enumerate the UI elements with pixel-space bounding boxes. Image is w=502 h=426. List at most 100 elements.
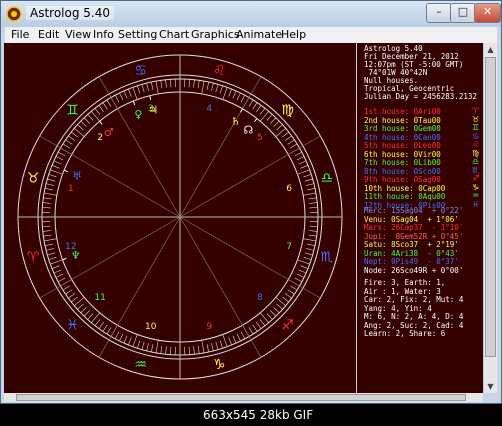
degree-tick	[309, 207, 318, 209]
vertical-scrollbar[interactable]: ▲ ▼	[483, 43, 497, 393]
house-cusp-line	[179, 216, 262, 358]
zodiac-sign-icon: ♌	[213, 63, 226, 79]
degree-tick	[55, 273, 64, 278]
degree-tick	[87, 313, 94, 320]
menu-file[interactable]: File	[9, 28, 31, 41]
degree-tick	[248, 327, 254, 335]
degree-tick	[219, 85, 223, 94]
house-number-label: 1	[68, 184, 74, 194]
degree-tick	[307, 188, 316, 191]
astrolog-app-icon	[6, 6, 22, 22]
degree-tick	[270, 117, 277, 124]
menu-setting[interactable]: Setting	[116, 28, 159, 41]
divider	[356, 43, 357, 393]
planet-tick	[149, 95, 152, 100]
menu-view[interactable]: View	[63, 28, 93, 41]
degree-tick	[232, 90, 237, 99]
degree-tick	[282, 131, 289, 138]
horizontal-scrollbar[interactable]	[4, 393, 483, 402]
degree-tick	[141, 341, 145, 350]
degree-tick	[44, 238, 57, 242]
title-bar[interactable]: Astrolog 5.40 – □ ✕	[1, 1, 501, 27]
degree-tick	[151, 81, 154, 90]
zodiac-sign-icon: ♎	[321, 171, 334, 187]
zodiac-sign-icon: ♉	[27, 171, 40, 187]
degree-tick	[304, 252, 313, 256]
menu-chart[interactable]: Chart	[157, 28, 191, 41]
degree-tick	[211, 83, 214, 91]
degree-tick	[215, 84, 219, 93]
degree-tick	[155, 340, 159, 353]
degree-tick	[46, 248, 54, 251]
house-number-label: 8	[257, 293, 263, 303]
minimize-button[interactable]: –	[426, 3, 452, 23]
degree-tick	[266, 114, 273, 121]
planet-tick	[63, 169, 68, 173]
degree-tick	[53, 269, 62, 274]
degree-tick	[114, 331, 120, 339]
degree-tick	[197, 80, 200, 89]
zodiac-sign-icon: ♏	[321, 249, 334, 265]
degree-tick	[43, 197, 52, 200]
house-cusp-line	[179, 216, 321, 299]
degree-tick	[236, 333, 241, 342]
zodiac-sign-icon: ♊	[66, 103, 79, 119]
degree-tick	[228, 88, 232, 97]
degree-tick	[266, 313, 273, 320]
scroll-up-icon[interactable]: ▲	[484, 43, 497, 56]
degree-tick	[276, 124, 283, 131]
degree-tick	[77, 124, 84, 131]
degree-tick	[206, 81, 209, 90]
maximize-button[interactable]: □	[450, 3, 476, 23]
planet-glyph-icon: ♆	[71, 249, 81, 262]
chart-canvas[interactable]: ♈ ♉ ♊ ♋ ♌ ♍ ♎ ♏ ♐ ♑ ♒ ♓ 1 2 3 4 5 6 7 8 9 10 11 12 ♀ ♃ ♄ ♂ ♅ ♆ ☊	[4, 43, 483, 393]
degree-tick	[71, 296, 78, 303]
degree-tick	[44, 192, 57, 196]
degree-tick	[42, 225, 51, 227]
zodiac-sign-icon: ♒	[134, 357, 147, 373]
menu-animate[interactable]: Animate	[234, 28, 284, 41]
house-cusp-line	[98, 216, 181, 358]
degree-tick	[222, 87, 228, 100]
zodiac-sign-icon: ♐	[281, 317, 294, 333]
zodiac-sign-icon: ♍	[281, 103, 294, 119]
zodiac-sign-icon: ♑	[213, 357, 226, 373]
menu-edit[interactable]: Edit	[36, 28, 61, 41]
degree-tick	[201, 340, 205, 353]
degree-tick	[309, 225, 318, 227]
degree-tick	[298, 269, 307, 274]
zodiac-sign-icon: ♋	[134, 63, 147, 79]
degree-tick	[62, 143, 70, 149]
house-cusp-line	[179, 76, 262, 218]
degree-tick	[94, 319, 101, 326]
degree-tick	[160, 80, 163, 89]
close-button[interactable]: ✕	[474, 3, 501, 23]
degree-tick	[303, 174, 312, 178]
planet-tick	[254, 118, 258, 122]
degree-tick	[282, 296, 289, 303]
planet-tick	[62, 257, 67, 261]
degree-tick	[303, 256, 312, 260]
menu-info[interactable]: Info	[91, 28, 116, 41]
degree-tick	[151, 344, 154, 353]
degree-tick	[132, 334, 138, 347]
scroll-down-icon[interactable]: ▼	[484, 380, 497, 393]
degree-tick	[58, 151, 66, 157]
degree-tick	[47, 178, 56, 182]
planet-tick	[240, 108, 243, 113]
horizontal-scroll-thumb[interactable]	[16, 394, 466, 401]
menu-help[interactable]: Help	[279, 28, 308, 41]
degree-tick	[106, 327, 112, 335]
degree-tick	[146, 83, 149, 91]
degree-tick	[256, 105, 262, 113]
degree-tick	[170, 79, 172, 88]
degree-tick	[290, 143, 298, 149]
house-cusp-line	[98, 76, 181, 218]
degree-tick	[119, 92, 124, 101]
degree-tick	[55, 156, 64, 161]
degree-tick	[259, 108, 266, 115]
house-number-label: 6	[286, 184, 292, 194]
vertical-scroll-thumb[interactable]	[485, 57, 496, 357]
degree-tick	[77, 303, 84, 310]
planet-glyph-icon: ♀	[134, 108, 142, 121]
